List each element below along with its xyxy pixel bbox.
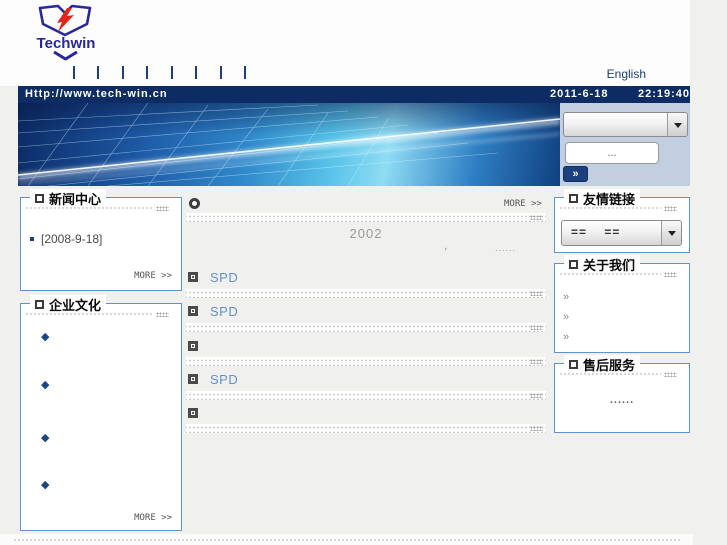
square-bullet-icon bbox=[30, 237, 34, 241]
list-bullet-icon bbox=[188, 341, 198, 351]
banner-dropdown[interactable] bbox=[563, 112, 688, 137]
banner-image bbox=[18, 103, 560, 186]
chevron-down-icon bbox=[53, 51, 78, 61]
shield-logo-icon bbox=[38, 4, 92, 37]
divider bbox=[559, 372, 677, 377]
date-label: 2011-6-18 bbox=[550, 88, 609, 100]
divider bbox=[559, 272, 677, 277]
techwin-homepage: Techwin | | | | | | | | English Http://w… bbox=[0, 0, 727, 545]
ellipsis-text: ...... bbox=[495, 243, 517, 253]
chevron-down-icon[interactable] bbox=[661, 221, 681, 245]
site-url: Http://www.tech-win.cn bbox=[25, 88, 168, 100]
logo[interactable]: Techwin bbox=[33, 2, 99, 61]
comma-text: , bbox=[444, 238, 448, 252]
main-nav: | | | | | | | | bbox=[73, 66, 264, 80]
links-box: 友情链接 == == bbox=[554, 189, 690, 253]
about-box: 关于我们 » » » bbox=[554, 255, 690, 353]
item-link[interactable]: SPD bbox=[210, 270, 238, 285]
links-dropdown[interactable]: == == bbox=[561, 220, 682, 246]
list-item[interactable]: SPD bbox=[188, 304, 546, 320]
divider bbox=[25, 206, 169, 211]
english-link[interactable]: English bbox=[607, 67, 646, 81]
chevron-down-icon[interactable] bbox=[667, 113, 687, 136]
square-bullet-icon bbox=[35, 300, 44, 309]
nav-separator: | bbox=[195, 66, 198, 79]
about-item-link[interactable]: » bbox=[563, 312, 569, 323]
list-bullet-icon bbox=[188, 272, 198, 282]
diamond-bullet-icon[interactable]: ◆ bbox=[41, 332, 49, 343]
service-text: ...... bbox=[609, 394, 635, 406]
list-bullet-icon bbox=[188, 408, 198, 418]
item-link[interactable]: SPD bbox=[210, 372, 238, 387]
separator bbox=[186, 323, 546, 332]
footer-divider bbox=[13, 538, 681, 542]
about-item-link[interactable]: » bbox=[563, 332, 569, 343]
separator bbox=[186, 213, 546, 222]
time-label: 22:19:40 bbox=[638, 88, 691, 100]
diamond-bullet-icon[interactable]: ◆ bbox=[41, 480, 49, 491]
url-bar: Http://www.tech-win.cn 2011-6-18 22:19:4… bbox=[18, 86, 690, 103]
divider bbox=[25, 312, 169, 317]
nav-separator: | bbox=[121, 66, 124, 79]
square-bullet-icon bbox=[569, 260, 578, 269]
news-more-link[interactable]: MORE >> bbox=[134, 271, 172, 281]
nav-separator: | bbox=[73, 66, 75, 79]
list-item[interactable] bbox=[188, 339, 546, 355]
banner-dropdown-value bbox=[564, 113, 667, 136]
diamond-bullet-icon[interactable]: ◆ bbox=[41, 380, 49, 391]
links-dropdown-value: == == bbox=[571, 225, 621, 239]
news-box: 新闻中心 [2008-9-18] MORE >> bbox=[20, 189, 182, 291]
separator bbox=[186, 289, 546, 298]
footer bbox=[0, 534, 693, 545]
nav-separator: | bbox=[219, 66, 222, 79]
about-item-link[interactable]: » bbox=[563, 292, 569, 303]
header: Techwin | | | | | | | | English bbox=[0, 0, 690, 86]
square-bullet-icon bbox=[569, 360, 578, 369]
list-item[interactable]: SPD bbox=[188, 372, 546, 388]
news-item[interactable]: [2008-9-18] bbox=[30, 232, 102, 246]
culture-more-link[interactable]: MORE >> bbox=[134, 513, 172, 523]
separator bbox=[186, 357, 546, 366]
service-box: 售后服务 ...... bbox=[554, 355, 690, 433]
list-bullet-icon bbox=[188, 374, 198, 384]
list-item[interactable] bbox=[188, 406, 546, 422]
donut-bullet-icon bbox=[189, 198, 200, 209]
center-more-link[interactable]: MORE >> bbox=[504, 199, 542, 209]
separator bbox=[186, 391, 546, 400]
nav-separator: | bbox=[146, 66, 149, 79]
search-input[interactable] bbox=[565, 142, 659, 164]
list-bullet-icon bbox=[188, 306, 198, 316]
banner: » bbox=[18, 103, 690, 186]
year-text: 2002 bbox=[349, 226, 383, 241]
separator bbox=[186, 424, 546, 433]
nav-separator: | bbox=[97, 66, 100, 79]
item-link[interactable]: SPD bbox=[210, 304, 238, 319]
nav-separator: | bbox=[170, 66, 173, 79]
news-item-date: [2008-9-18] bbox=[41, 232, 103, 246]
list-item[interactable]: SPD bbox=[188, 270, 546, 286]
diamond-bullet-icon[interactable]: ◆ bbox=[41, 433, 49, 444]
banner-side-panel: » bbox=[560, 103, 690, 186]
go-button[interactable]: » bbox=[563, 166, 588, 182]
nav-separator: | bbox=[244, 66, 247, 79]
culture-box: 企业文化 ◆ ◆ ◆ ◆ MORE >> bbox=[20, 295, 182, 531]
square-bullet-icon bbox=[35, 194, 44, 203]
logo-text: Techwin bbox=[36, 35, 96, 52]
divider bbox=[559, 206, 677, 211]
square-bullet-icon bbox=[569, 194, 578, 203]
